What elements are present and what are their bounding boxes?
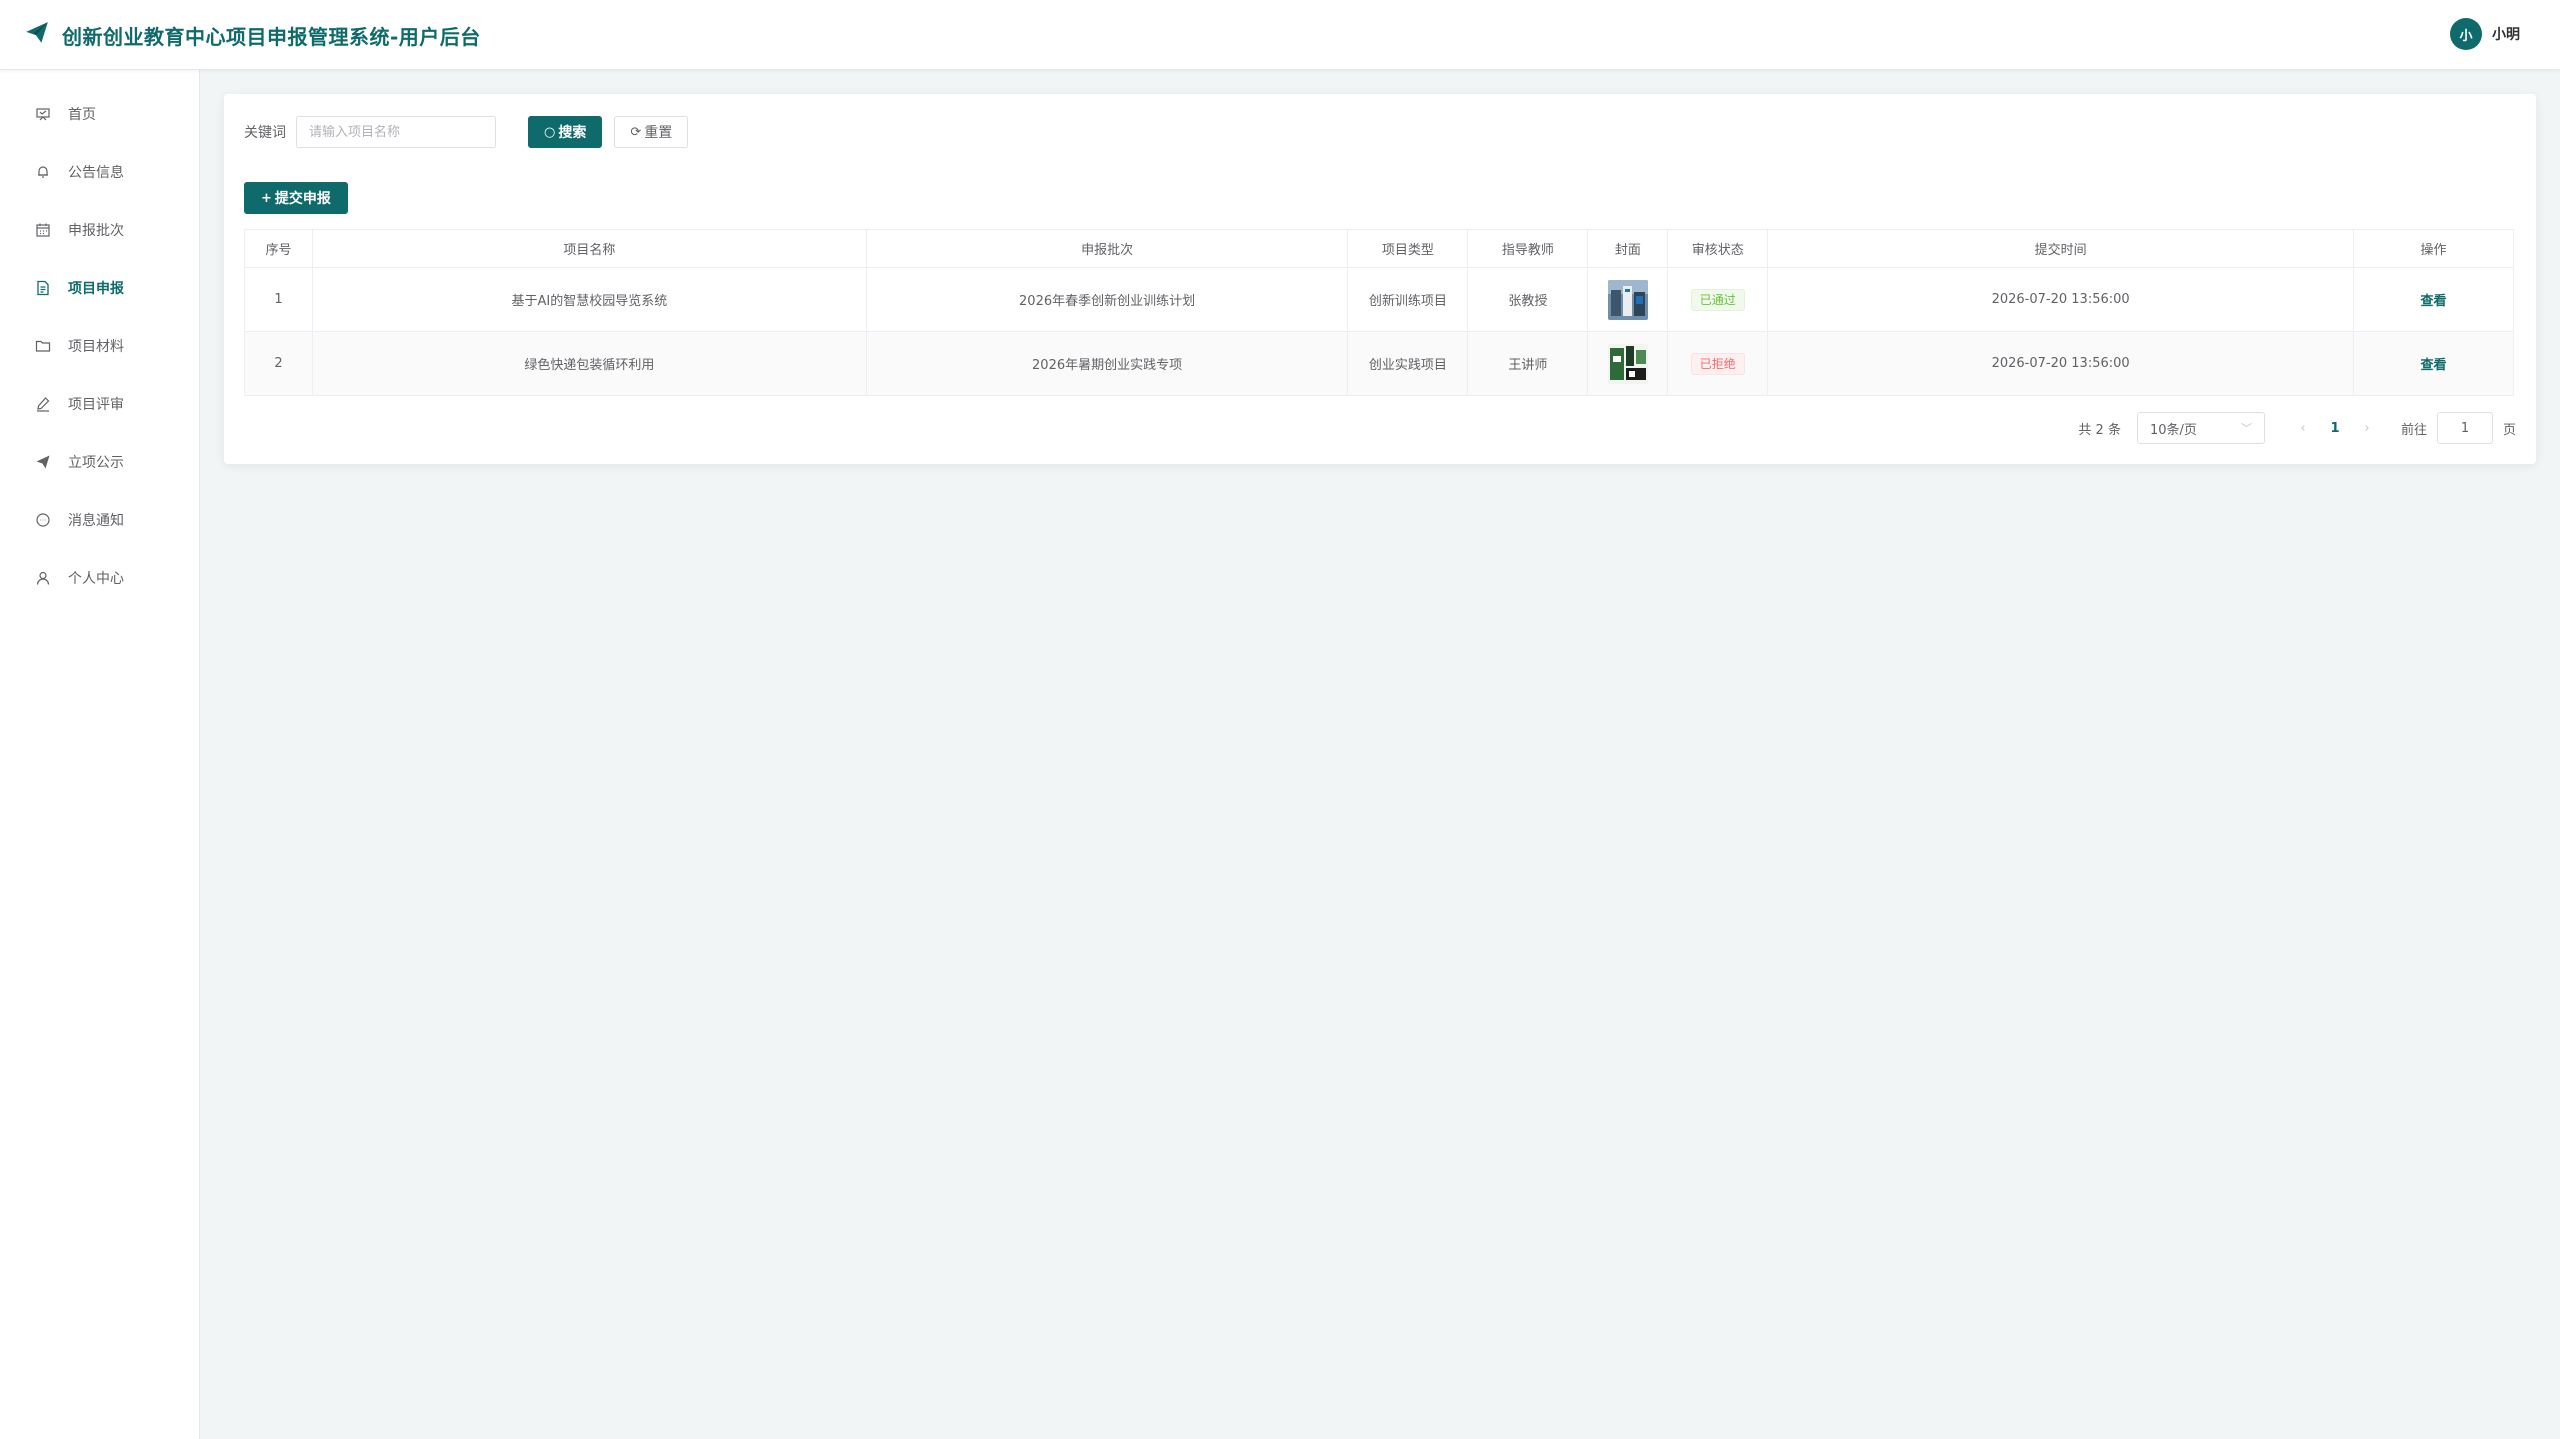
status-badge: 已拒绝	[1690, 352, 1745, 375]
cell-teacher: 王讲师	[1467, 331, 1589, 396]
sidebar-item-label: 个人中心	[68, 571, 124, 587]
sidebar-item-announcements[interactable]: 公告信息	[0, 143, 199, 201]
keyword-input[interactable]	[296, 116, 496, 148]
view-link[interactable]: 查看	[2420, 358, 2446, 373]
column-header: 指导教师	[1467, 229, 1589, 268]
cell-cover	[1587, 331, 1669, 396]
column-header: 申报批次	[866, 229, 1349, 268]
search-bar: 关键词 ○ 搜索 ⟳ 重置	[244, 114, 689, 150]
sidebar-item-publicity[interactable]: 立项公示	[0, 433, 199, 491]
sidebar-item-label: 首页	[68, 107, 96, 123]
prev-page-icon[interactable]: ‹	[2287, 421, 2319, 436]
document-icon	[34, 279, 52, 297]
cell-batch: 2026年暑期创业实践专项	[866, 331, 1349, 396]
cover-image[interactable]	[1607, 279, 1648, 320]
status-badge: 已通过	[1690, 288, 1745, 311]
page-size-value: 10条/页	[2149, 422, 2197, 438]
refresh-icon: ⟳	[630, 124, 642, 140]
username[interactable]: 小明	[2492, 24, 2520, 44]
goto-label: 前往	[2400, 422, 2427, 438]
cell-time: 2026-07-20 13:56:00	[1767, 267, 2354, 332]
sidebar-item-messages[interactable]: 消息通知	[0, 491, 199, 549]
table-row: 1 基于AI的智慧校园导览系统 2026年春季创新创业训练计划 创新训练项目 张…	[244, 267, 2514, 332]
chevron-down-icon: ﹀	[2240, 422, 2252, 435]
main-card: 关键词 ○ 搜索 ⟳ 重置 + 提交申报 序号 项目名称 申报批次 项目类型 指…	[224, 94, 2536, 464]
reset-button-label: 重置	[644, 125, 673, 141]
cell-batch: 2026年春季创新创业训练计划	[866, 267, 1349, 332]
cell-status: 已通过	[1667, 267, 1769, 332]
bell-icon	[34, 163, 52, 181]
cell-teacher: 张教授	[1467, 267, 1589, 332]
page-size-select[interactable]: 10条/页 ﹀	[2136, 412, 2265, 444]
cell-action: 查看	[2353, 267, 2514, 332]
page-number-current[interactable]: 1	[2319, 421, 2351, 436]
home-icon	[34, 105, 52, 123]
column-header: 序号	[244, 229, 313, 268]
column-header: 提交时间	[1767, 229, 2354, 268]
sidebar-item-label: 申报批次	[68, 223, 124, 239]
user-menu[interactable]: 小 小明	[2450, 18, 2520, 50]
submit-button-label: 提交申报	[274, 191, 331, 207]
cell-project-name: 绿色快递包装循环利用	[312, 331, 867, 396]
app-title: 创新创业教育中心项目申报管理系统-用户后台	[62, 24, 481, 49]
cell-action: 查看	[2353, 331, 2514, 396]
sidebar-item-materials[interactable]: 项目材料	[0, 317, 199, 375]
send-icon	[34, 453, 52, 471]
page-suffix: 页	[2502, 422, 2516, 438]
paper-plane-icon	[24, 20, 50, 50]
reset-button[interactable]: ⟳ 重置	[614, 116, 689, 148]
search-button-label: 搜索	[558, 125, 587, 141]
submit-application-button[interactable]: + 提交申报	[244, 182, 348, 214]
chat-icon	[34, 511, 52, 529]
cell-status: 已拒绝	[1667, 331, 1769, 396]
sidebar-item-project-apply[interactable]: 项目申报	[0, 259, 199, 317]
top-header: 创新创业教育中心项目申报管理系统-用户后台 小 小明	[0, 0, 2560, 70]
column-header: 封面	[1587, 229, 1669, 268]
goto-page-input[interactable]: 1	[2436, 412, 2493, 444]
project-table: 序号 项目名称 申报批次 项目类型 指导教师 封面 审核状态 提交时间 操作 1…	[244, 229, 2514, 396]
sidebar-item-label: 公告信息	[68, 165, 124, 181]
column-header: 审核状态	[1667, 229, 1769, 268]
sidebar-item-label: 项目材料	[68, 339, 124, 355]
user-icon	[34, 569, 52, 587]
sidebar: 首页 公告信息 申报批次 项目申报 项目材料 项目评审 立项公示 消息通知 个人…	[0, 70, 200, 1439]
cell-time: 2026-07-20 13:56:00	[1767, 331, 2354, 396]
sidebar-item-home[interactable]: 首页	[0, 85, 199, 143]
sidebar-item-review[interactable]: 项目评审	[0, 375, 199, 433]
keyword-label: 关键词	[244, 125, 286, 141]
cell-type: 创新训练项目	[1347, 267, 1469, 332]
total-count: 共 2 条	[2078, 422, 2121, 438]
column-header: 项目名称	[312, 229, 867, 268]
cover-image[interactable]	[1607, 343, 1648, 384]
view-link[interactable]: 查看	[2420, 294, 2446, 309]
table-header-row: 序号 项目名称 申报批次 项目类型 指导教师 封面 审核状态 提交时间 操作	[244, 229, 2514, 268]
column-header: 项目类型	[1347, 229, 1469, 268]
cell-type: 创业实践项目	[1347, 331, 1469, 396]
cell-index: 2	[244, 331, 313, 396]
avatar[interactable]: 小	[2450, 18, 2482, 50]
sidebar-item-batches[interactable]: 申报批次	[0, 201, 199, 259]
cell-project-name: 基于AI的智慧校园导览系统	[312, 267, 867, 332]
search-button[interactable]: ○ 搜索	[528, 116, 603, 148]
cell-cover	[1587, 267, 1669, 332]
search-icon: ○	[544, 124, 556, 140]
plus-icon: +	[261, 190, 272, 206]
cell-index: 1	[244, 267, 313, 332]
sidebar-item-profile[interactable]: 个人中心	[0, 549, 199, 607]
edit-icon	[34, 395, 52, 413]
column-header: 操作	[2353, 229, 2514, 268]
sidebar-item-label: 立项公示	[68, 455, 124, 471]
calendar-icon	[34, 221, 52, 239]
sidebar-item-label: 项目申报	[68, 281, 124, 297]
brand: 创新创业教育中心项目申报管理系统-用户后台	[24, 20, 481, 50]
sidebar-item-label: 消息通知	[68, 513, 124, 529]
pagination: 共 2 条 10条/页 ﹀ ‹ 1 › 前往 1 页	[2078, 412, 2516, 444]
next-page-icon[interactable]: ›	[2351, 421, 2383, 436]
folder-icon	[34, 337, 52, 355]
sidebar-item-label: 项目评审	[68, 397, 124, 413]
table-row: 2 绿色快递包装循环利用 2026年暑期创业实践专项 创业实践项目 王讲师 已拒…	[244, 331, 2514, 396]
